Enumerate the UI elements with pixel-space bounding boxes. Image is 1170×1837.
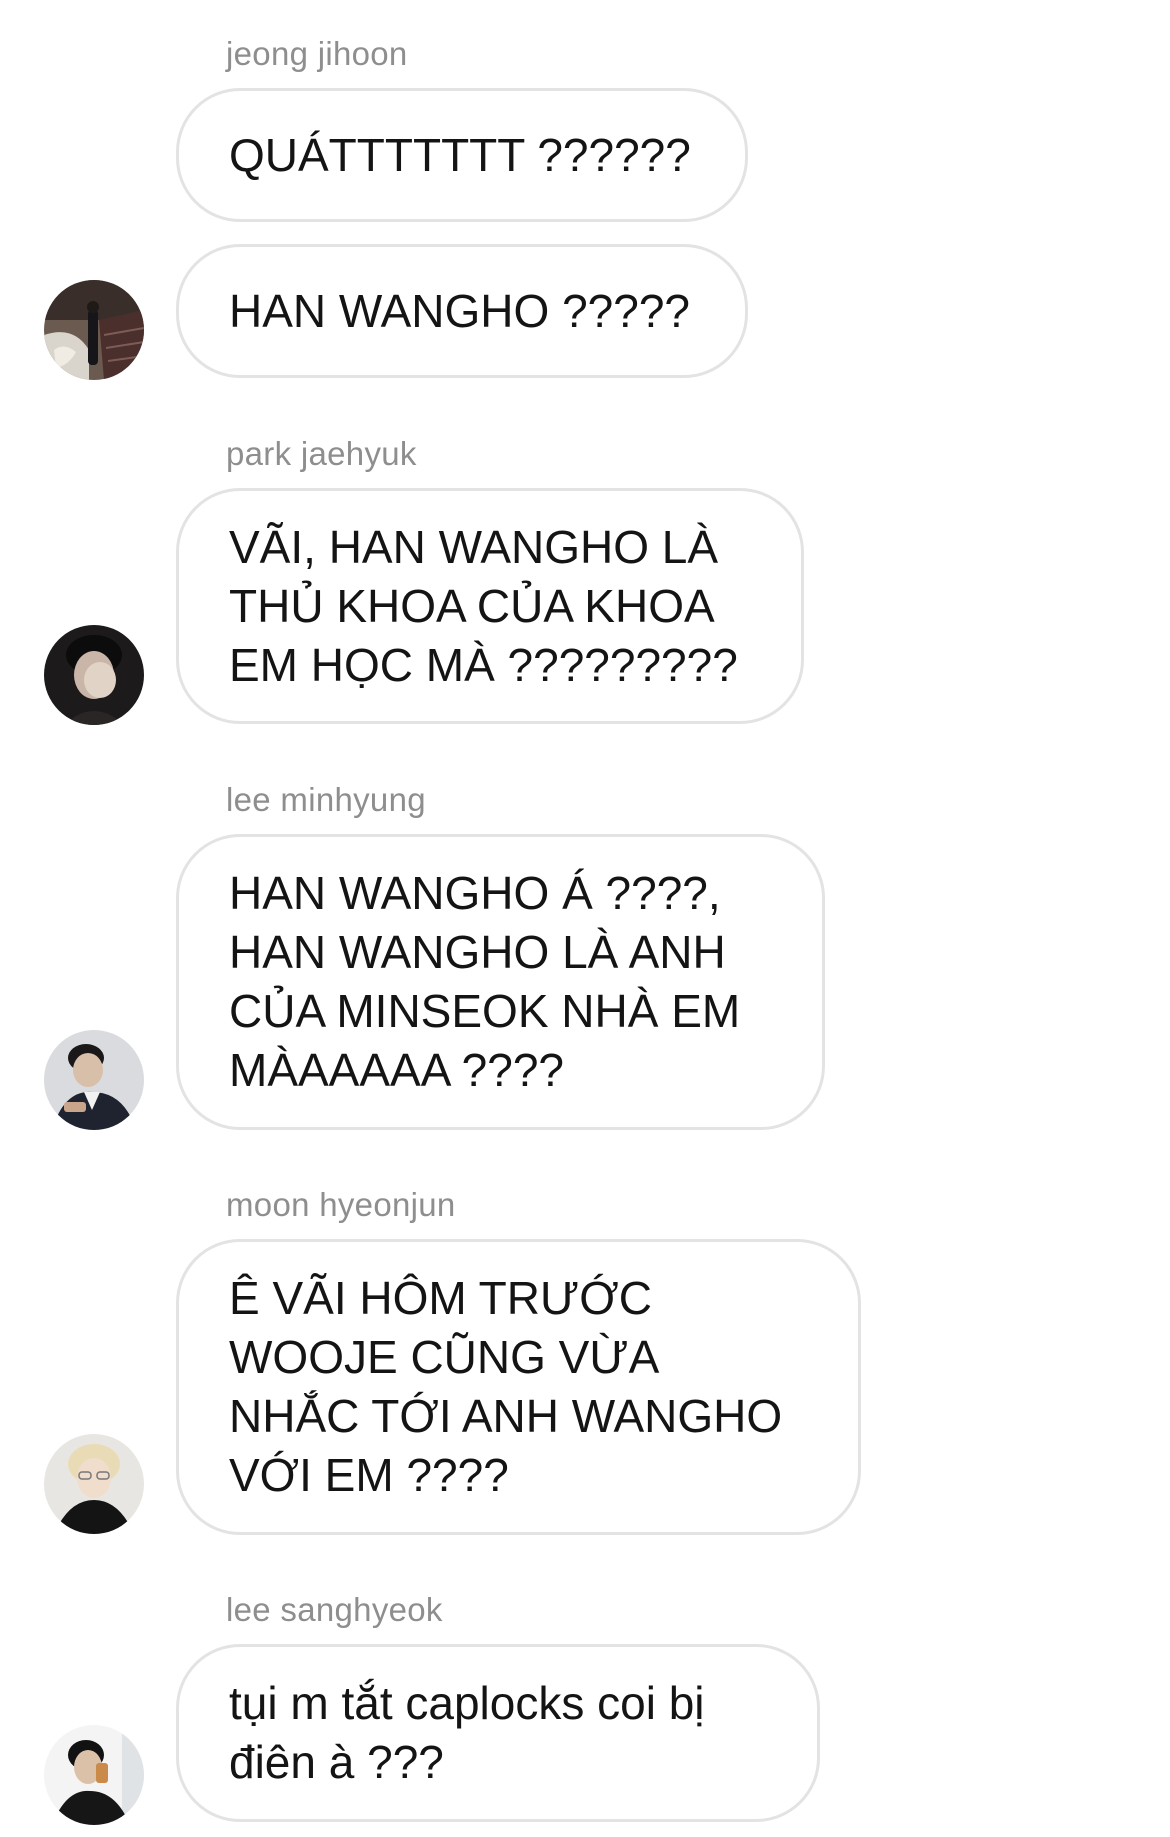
- message-text: HAN WANGHO Á ????, HAN WANGHO LÀ ANH CỦA…: [229, 867, 741, 1096]
- message-bubble[interactable]: HAN WANGHO ?????: [176, 244, 748, 378]
- avatar-photo-hand-over-face-icon: [44, 625, 144, 725]
- avatar-photo-blond-icon: [44, 1434, 144, 1534]
- message-text: QUÁTTTTTTT ??????: [229, 128, 691, 181]
- sender-name: park jaehyuk: [226, 435, 417, 472]
- message-bubble[interactable]: Ê VÃI HÔM TRƯỚC WOOJE CŨNG VỪA NHẮC TỚI …: [176, 1239, 861, 1535]
- message-bubble[interactable]: VÃI, HAN WANGHO LÀ THỦ KHOA CỦA KHOA EM …: [176, 488, 804, 724]
- avatar[interactable]: [44, 280, 144, 380]
- message-bubble[interactable]: QUÁTTTTTTT ??????: [176, 88, 748, 222]
- sender-name: moon hyeonjun: [226, 1186, 456, 1223]
- message-bubble[interactable]: HAN WANGHO Á ????, HAN WANGHO LÀ ANH CỦA…: [176, 834, 825, 1130]
- message-bubble[interactable]: tụi m tắt caplocks coi bị điên à ???: [176, 1644, 820, 1822]
- avatar[interactable]: [44, 1030, 144, 1130]
- sender-name: jeong jihoon: [226, 35, 408, 72]
- message-text: tụi m tắt caplocks coi bị điên à ???: [229, 1677, 705, 1788]
- message-text: Ê VÃI HÔM TRƯỚC WOOJE CŨNG VỪA NHẮC TỚI …: [229, 1272, 783, 1501]
- message-text: VÃI, HAN WANGHO LÀ THỦ KHOA CỦA KHOA EM …: [229, 520, 738, 691]
- sender-name: lee minhyung: [226, 781, 426, 818]
- avatar-photo-suit-icon: [44, 1030, 144, 1130]
- avatar[interactable]: [44, 625, 144, 725]
- avatar[interactable]: [44, 1725, 144, 1825]
- avatar-photo-drinking-icon: [44, 1725, 144, 1825]
- sender-name: lee sanghyeok: [226, 1591, 443, 1628]
- avatar-photo-staircase-icon: [44, 280, 144, 380]
- message-text: HAN WANGHO ?????: [229, 284, 690, 337]
- avatar[interactable]: [44, 1434, 144, 1534]
